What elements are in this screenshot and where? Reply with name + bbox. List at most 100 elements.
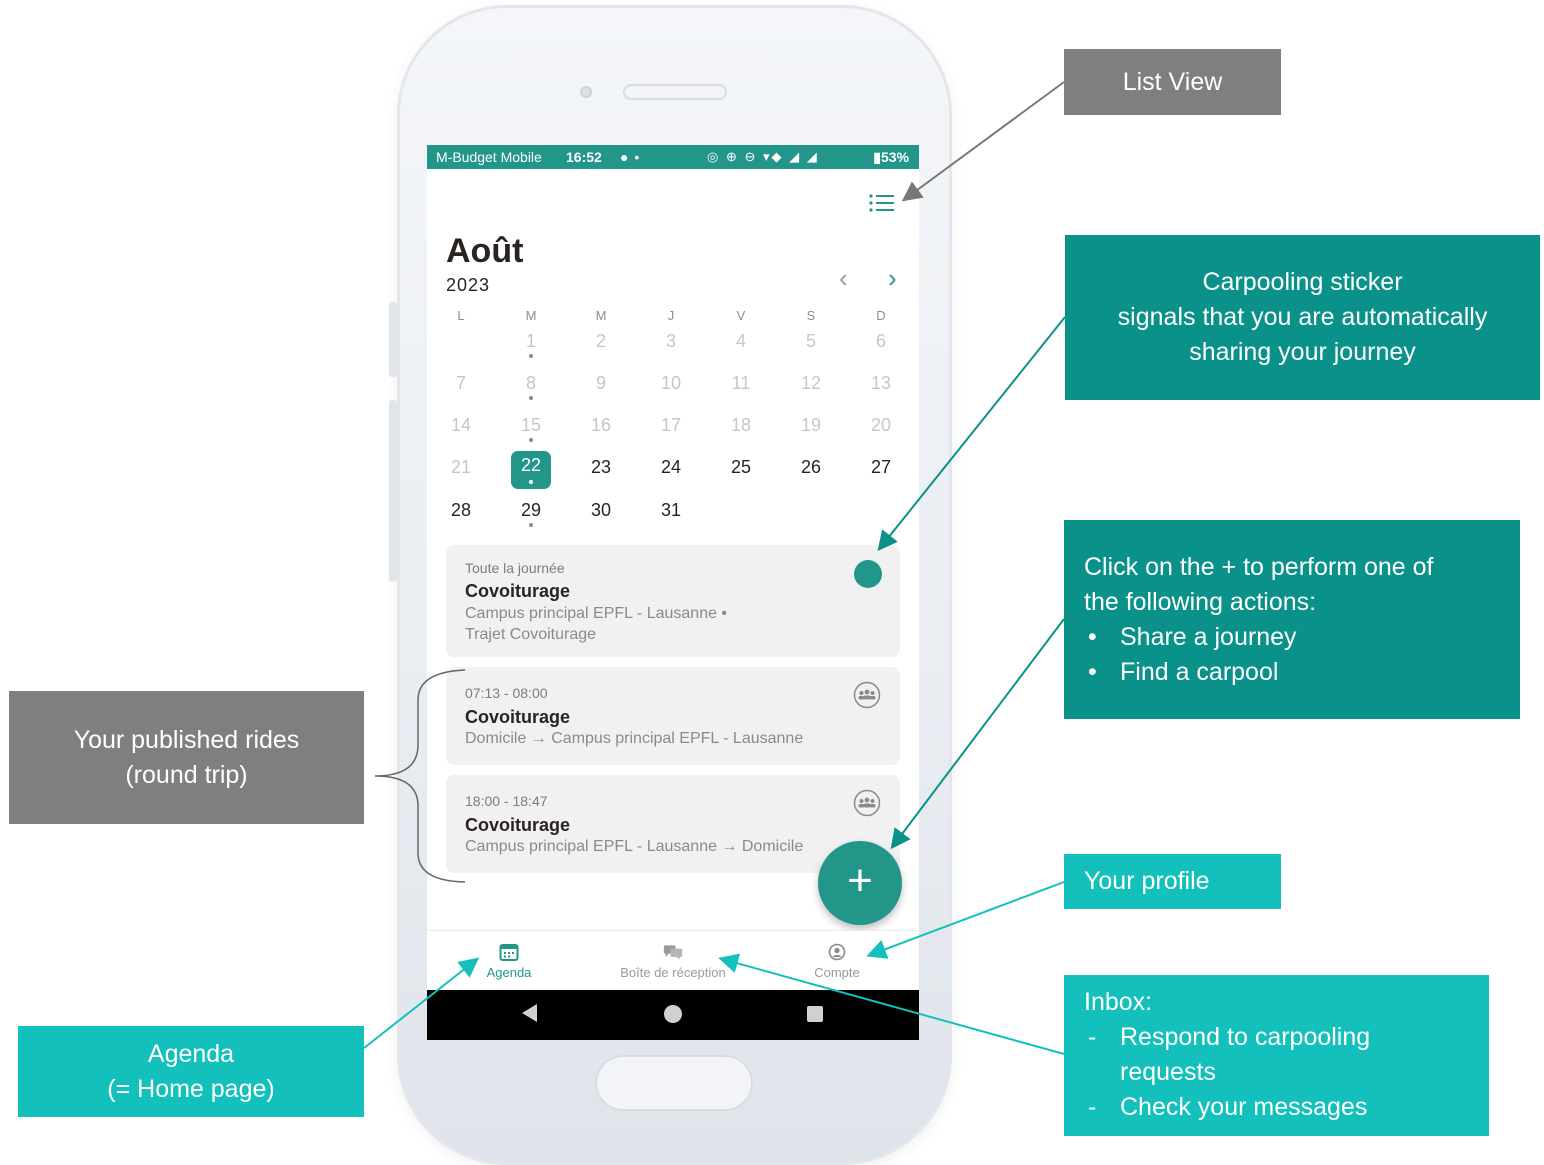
calendar-day[interactable]: 13 xyxy=(861,373,901,394)
phone-home-button[interactable] xyxy=(595,1055,753,1111)
event-title: Covoiturage xyxy=(465,707,571,727)
calendar-day[interactable]: 27 xyxy=(861,457,901,478)
annotation-text: sharing your journey xyxy=(1189,338,1416,366)
calendar-day[interactable]: 21 xyxy=(441,457,481,478)
annotation-text: Inbox: xyxy=(1084,988,1153,1016)
event-time: Toute la journée xyxy=(465,560,565,576)
event-card-morning[interactable]: 07:13 - 08:00 Covoiturage Domicile → Cam… xyxy=(446,667,900,765)
calendar-day[interactable]: 18 xyxy=(721,415,761,436)
status-bar: M-Budget Mobile 16:52 ● • ◎ ⊕ ⊖ ▾◆ ◢ ◢ ▮… xyxy=(427,145,919,169)
tab-inbox-label: Boîte de réception xyxy=(620,965,726,980)
annotation-carpool-sticker: Carpooling sticker signals that you are … xyxy=(1065,235,1540,400)
previous-month-chevron-icon[interactable]: ‹ xyxy=(839,265,859,291)
event-card-allday[interactable]: Toute la journée Covoiturage Campus prin… xyxy=(446,545,900,657)
annotation-bullet-list: - Respond to carpooling requests - Check y… xyxy=(1084,1020,1489,1125)
weekday-label: S xyxy=(806,308,816,323)
calendar-day[interactable]: 6 xyxy=(861,331,901,352)
next-month-chevron-icon[interactable]: › xyxy=(888,265,908,291)
account-icon xyxy=(828,943,846,961)
calendar-day[interactable]: 12 xyxy=(791,373,831,394)
phone-camera xyxy=(580,86,592,98)
annotation-text: (= Home page) xyxy=(107,1074,275,1103)
calendar-day[interactable]: 20 xyxy=(861,415,901,436)
annotation-published-rides: Your published rides (round trip) xyxy=(9,691,364,824)
calendar-day[interactable]: 9 xyxy=(581,373,621,394)
event-type: Trajet Covoiturage xyxy=(465,626,597,643)
annotation-text: Your profile xyxy=(1084,867,1210,895)
event-route: Campus principal EPFL - Lausanne → Domic… xyxy=(465,838,804,855)
list-view-icon[interactable] xyxy=(868,192,896,214)
recent-apps-icon[interactable] xyxy=(807,1006,823,1022)
calendar-day[interactable]: 17 xyxy=(651,415,691,436)
battery-level: ▮53% xyxy=(873,149,909,165)
annotation-text: List View xyxy=(1122,67,1223,96)
tab-inbox[interactable]: Boîte de réception xyxy=(603,931,743,980)
annotation-text: Carpooling sticker xyxy=(1202,268,1403,296)
back-icon[interactable] xyxy=(522,1004,537,1022)
annotation-text: Click on the + to perform one of xyxy=(1084,553,1434,581)
calendar-day[interactable]: 24 xyxy=(651,457,691,478)
annotation-bullet: • Find a carpool xyxy=(1088,658,1279,686)
phone-speaker xyxy=(623,84,727,100)
notification-icons: ● • xyxy=(620,149,641,165)
year-label: 2023 xyxy=(446,275,491,295)
annotation-bullet: - Respond to carpooling xyxy=(1088,1023,1371,1051)
weekday-label: D xyxy=(876,308,886,323)
annotation-bullet: requests xyxy=(1120,1058,1216,1086)
event-title: Covoiturage xyxy=(465,581,571,601)
event-dot xyxy=(529,523,533,527)
calendar-day[interactable]: 4 xyxy=(721,331,761,352)
calendar-day[interactable]: 11 xyxy=(721,373,761,394)
calendar-day[interactable]: 30 xyxy=(581,500,621,521)
calendar-day[interactable]: 26 xyxy=(791,457,831,478)
annotation-text: Your published rides xyxy=(73,725,300,754)
calendar-day[interactable]: 2 xyxy=(581,331,621,352)
annotation-agenda: Agenda (= Home page) xyxy=(18,1026,364,1117)
home-icon[interactable] xyxy=(664,1005,682,1023)
calendar-icon xyxy=(499,944,519,961)
calendar-day[interactable]: 19 xyxy=(791,415,831,436)
annotation-text: (round trip) xyxy=(125,760,248,789)
annotation-text: signals that you are automatically xyxy=(1117,303,1488,331)
annotation-text: the following actions: xyxy=(1084,588,1317,616)
annotation-bullet: • Share a journey xyxy=(1088,623,1297,651)
android-nav-bar xyxy=(427,990,919,1040)
calendar-day[interactable]: 5 xyxy=(791,331,831,352)
tab-account[interactable]: Compte xyxy=(797,931,877,980)
calendar-day[interactable]: 14 xyxy=(441,415,481,436)
calendar-day[interactable]: 3 xyxy=(651,331,691,352)
calendar-day[interactable]: 31 xyxy=(651,500,691,521)
weekday-label: M xyxy=(525,308,537,323)
tab-account-label: Compte xyxy=(814,965,860,980)
calendar-day[interactable]: 10 xyxy=(651,373,691,394)
event-dot xyxy=(529,396,533,400)
event-title: Covoiturage xyxy=(465,815,571,835)
event-time: 18:00 - 18:47 xyxy=(465,793,548,809)
event-dot xyxy=(529,438,533,442)
tab-agenda[interactable]: Agenda xyxy=(469,931,549,980)
carpool-sticker-icon xyxy=(854,560,882,588)
tab-agenda-label: Agenda xyxy=(486,965,532,980)
event-dot xyxy=(529,480,533,484)
group-icon xyxy=(853,681,881,709)
calendar-day[interactable]: 25 xyxy=(721,457,761,478)
event-location: Campus principal EPFL - Lausanne • xyxy=(465,605,728,622)
calendar-day[interactable]: 29 xyxy=(511,500,551,521)
app-screen: M-Budget Mobile 16:52 ● • ◎ ⊕ ⊖ ▾◆ ◢ ◢ ▮… xyxy=(427,145,919,1040)
weekday-label: J xyxy=(667,308,675,323)
annotation-list-view: List View xyxy=(1064,49,1281,115)
phone-side-button xyxy=(389,302,397,377)
calendar-day[interactable]: 23 xyxy=(581,457,621,478)
annotation-inbox: Inbox: - Respond to carpooling requests -… xyxy=(1064,975,1489,1136)
annotation-bullet: - Check your messages xyxy=(1088,1093,1368,1121)
calendar-day[interactable]: 7 xyxy=(441,373,481,394)
calendar-day[interactable]: 1 xyxy=(511,331,551,352)
calendar-day[interactable]: 16 xyxy=(581,415,621,436)
event-time: 07:13 - 08:00 xyxy=(465,685,548,701)
add-button[interactable]: + xyxy=(818,841,902,925)
group-icon xyxy=(853,789,881,817)
weekday-label: V xyxy=(736,308,746,323)
calendar-day[interactable]: 15 xyxy=(511,415,551,436)
calendar-day[interactable]: 28 xyxy=(441,500,481,521)
calendar-day[interactable]: 8 xyxy=(511,373,551,394)
